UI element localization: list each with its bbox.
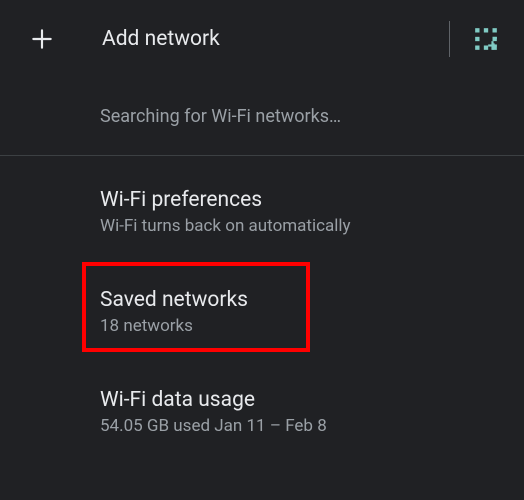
wifi-data-usage-item[interactable]: Wi-Fi data usage 54.05 GB used Jan 11 – … [0,368,524,456]
plus-icon[interactable] [28,25,56,53]
add-network-button[interactable]: Add network [102,27,449,51]
wifi-search-status: Searching for Wi-Fi networks… [0,78,524,155]
item-title: Saved networks [100,288,500,312]
item-subtitle: 18 networks [100,316,500,336]
item-title: Wi-Fi preferences [100,188,500,212]
item-title: Wi-Fi data usage [100,388,500,412]
qr-scan-icon[interactable] [472,25,500,53]
item-subtitle: Wi-Fi turns back on automatically [100,216,500,236]
header-row: Add network [0,0,524,78]
horizontal-divider [0,155,524,156]
saved-networks-item[interactable]: Saved networks 18 networks [0,268,524,356]
wifi-preferences-item[interactable]: Wi-Fi preferences Wi-Fi turns back on au… [0,168,524,256]
item-subtitle: 54.05 GB used Jan 11 – Feb 8 [100,416,500,436]
vertical-divider [449,21,450,57]
